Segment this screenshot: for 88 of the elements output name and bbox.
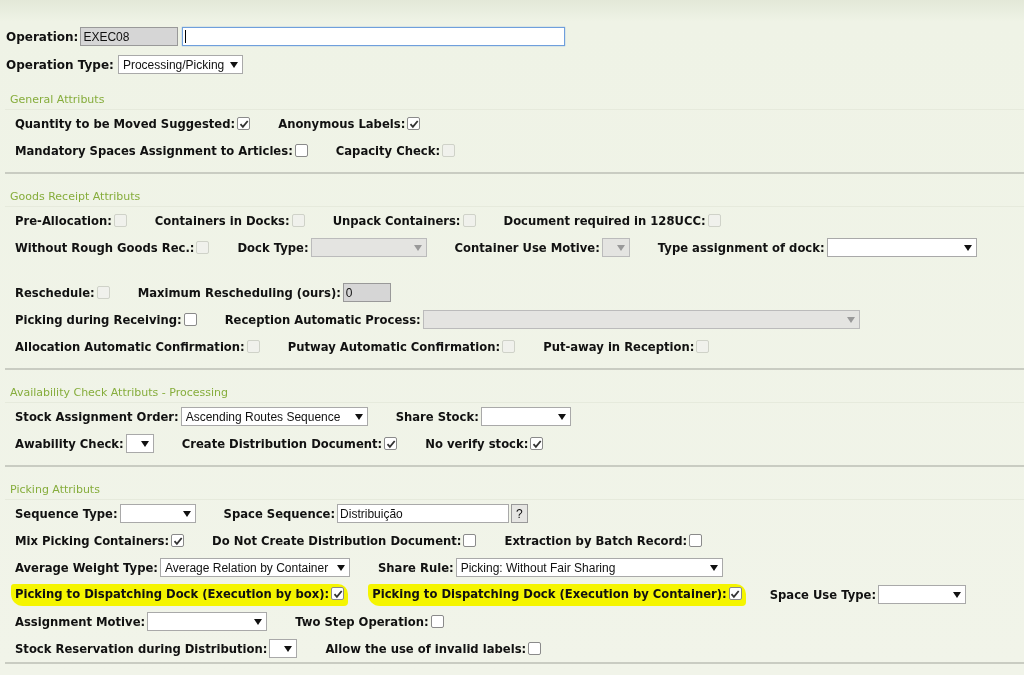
field-label: Create Distribution Document: xyxy=(181,436,383,451)
field-label: Reschedule: xyxy=(15,285,95,300)
dropdown-caret-icon xyxy=(557,413,566,420)
field-label: Two Step Operation: xyxy=(295,614,429,629)
checkmark-icon xyxy=(408,118,419,129)
field-label: Put-away in Reception: xyxy=(543,339,695,354)
checkmark-icon xyxy=(730,588,741,599)
dropdown-caret-icon xyxy=(709,564,718,571)
dropdown-caret-icon xyxy=(616,244,625,251)
field-label: Capacity Check: xyxy=(335,143,441,158)
field-label: Awability Check: xyxy=(15,436,124,451)
field-label: Type assignment of dock: xyxy=(657,240,825,255)
dropdown-caret-icon xyxy=(284,645,293,652)
dropdown-caret-icon xyxy=(354,413,363,420)
dropdown[interactable] xyxy=(125,434,154,453)
field-label: Stock Reservation during Distribution: xyxy=(15,641,268,656)
operation-name-field[interactable] xyxy=(182,27,566,46)
dropdown-caret-icon xyxy=(230,61,239,68)
field-label: Share Stock: xyxy=(395,409,479,424)
checkbox[interactable] xyxy=(294,144,308,157)
field-label: Assignment Motive: xyxy=(15,614,146,629)
field-label: Putway Automatic Confirmation: xyxy=(287,339,501,354)
field-label: Pre-Allocation: xyxy=(15,213,112,228)
dropdown-caret-icon xyxy=(963,244,972,251)
field-label: Picking to Dispatching Dock (Execution by box): xyxy=(15,586,330,601)
section-title: Goods Receipt Attributs xyxy=(9,189,142,205)
field-label: Space Use Type: xyxy=(769,587,877,602)
field-label: Document required in 128UCC: xyxy=(503,213,706,228)
field-label: Picking during Receiving: xyxy=(15,312,182,327)
field-label: No verify stock: xyxy=(425,436,529,451)
dropdown[interactable]: Picking: Without Fair Sharing xyxy=(455,558,723,577)
dropdown[interactable] xyxy=(269,639,298,658)
dropdown[interactable]: Ascending Routes Sequence xyxy=(180,407,368,426)
dropdown-caret-icon xyxy=(140,440,149,447)
field-label: Space Sequence: xyxy=(223,506,336,521)
field-label: Do Not Create Distribution Document: xyxy=(212,533,462,548)
checkbox[interactable] xyxy=(237,117,251,130)
field-label: Maximum Rescheduling (ours): xyxy=(137,285,341,300)
field-label: Quantity to be Moved Suggested: xyxy=(15,116,236,131)
checkmark-icon xyxy=(332,588,343,599)
input-field[interactable]: Distribuição xyxy=(337,504,510,523)
field-label: Extraction by Batch Record: xyxy=(504,533,688,548)
operation-code-field[interactable]: EXEC08 xyxy=(80,27,179,46)
field-label: Anonymous Labels: xyxy=(278,116,406,131)
field-label: Average Weight Type: xyxy=(15,560,158,575)
checkmark-icon xyxy=(238,118,249,129)
field-label: Operation: xyxy=(6,29,79,44)
operation-type-dropdown[interactable]: Processing/Picking xyxy=(117,55,244,74)
section-title: Availability Check Attributs - Processing xyxy=(9,385,230,401)
field-label: Dock Type: xyxy=(237,240,309,255)
field-label: Operation Type: xyxy=(6,57,114,72)
field-label: Allocation Automatic Confirmation: xyxy=(15,339,245,354)
field-label: Containers in Docks: xyxy=(154,213,290,228)
lookup-button[interactable]: ? xyxy=(511,504,528,523)
dropdown-caret-icon xyxy=(182,510,191,517)
field-label: Container Use Motive: xyxy=(454,240,600,255)
checkbox[interactable] xyxy=(430,615,444,628)
checkbox[interactable] xyxy=(689,534,703,547)
field-label: Unpack Containers: xyxy=(332,213,461,228)
field-label: Mandatory Spaces Assignment to Articles: xyxy=(15,143,293,158)
checkbox[interactable] xyxy=(728,587,742,600)
field-label: Allow the use of invalid labels: xyxy=(325,641,527,656)
field-label: Sequence Type: xyxy=(15,506,118,521)
checkmark-icon xyxy=(531,438,542,449)
dropdown-caret-icon xyxy=(336,564,345,571)
checkmark-icon xyxy=(385,438,396,449)
checkbox[interactable] xyxy=(183,313,197,326)
checkbox[interactable] xyxy=(384,437,398,450)
field-label: Share Rule: xyxy=(377,560,454,575)
dropdown[interactable]: Average Relation by Container xyxy=(159,558,350,577)
dropdown-caret-icon xyxy=(953,591,962,598)
field-label: Reception Automatic Process: xyxy=(224,312,421,327)
checkbox[interactable] xyxy=(171,534,185,547)
dropdown-caret-icon xyxy=(254,618,263,625)
section-title: General Attributs xyxy=(9,92,106,108)
section-title: Picking Attributs xyxy=(9,482,101,498)
field-label: Picking to Dispatching Dock (Execution by Container): xyxy=(372,586,727,601)
dropdown-caret-icon xyxy=(846,316,855,323)
checkmark-icon xyxy=(172,535,183,546)
field-label: Without Rough Goods Rec.: xyxy=(15,240,195,255)
checkbox[interactable] xyxy=(463,534,477,547)
field-label: Stock Assignment Order: xyxy=(15,409,179,424)
field-label: Mix Picking Containers: xyxy=(15,533,170,548)
checkbox[interactable] xyxy=(530,437,544,450)
checkbox[interactable] xyxy=(528,642,542,655)
dropdown-caret-icon xyxy=(413,244,422,251)
checkbox[interactable] xyxy=(331,587,345,600)
checkbox[interactable] xyxy=(407,117,421,130)
